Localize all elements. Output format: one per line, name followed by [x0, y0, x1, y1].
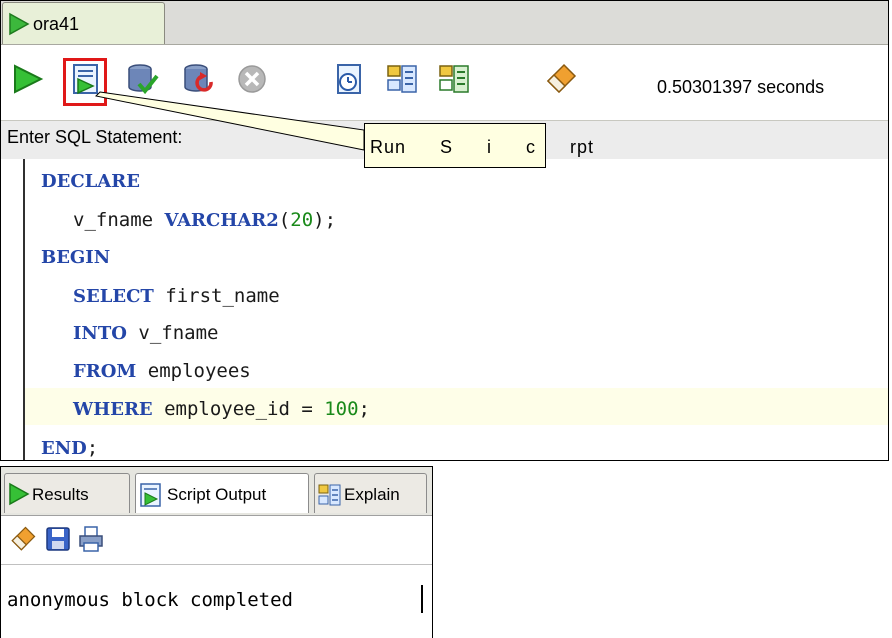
code-line: BEGIN — [41, 247, 111, 268]
code-line: FROM employees — [73, 360, 251, 382]
code-line: SELECT first_name — [73, 285, 280, 307]
cancel-icon[interactable] — [235, 62, 269, 96]
connection-tab[interactable]: ora41 — [2, 2, 165, 44]
text-caret — [421, 585, 423, 613]
tab-results-label: Results — [32, 485, 89, 504]
script-output-text[interactable]: anonymous block completed — [7, 589, 293, 611]
tab-explain[interactable]: Explain — [314, 473, 427, 513]
editor-gutter-border — [23, 159, 25, 460]
code-line: DECLARE — [41, 171, 140, 192]
connection-tab-label: ora41 — [33, 14, 80, 34]
output-panel: Results Script Output Explain anonymous … — [0, 466, 433, 638]
save-icon[interactable] — [44, 525, 72, 558]
eraser-icon[interactable] — [9, 525, 37, 558]
output-toolbar — [1, 516, 432, 565]
rollback-icon[interactable] — [181, 62, 215, 96]
explain-icon — [318, 482, 342, 513]
execution-time: 0.50301397 seconds — [657, 77, 825, 97]
sql-statement-label: Enter SQL Statement: — [7, 127, 183, 147]
code-line: v_fname VARCHAR2(20); — [73, 209, 337, 231]
tab-explain-label: Explain — [344, 485, 400, 504]
autotrace-icon[interactable] — [437, 62, 471, 96]
script-icon — [139, 482, 163, 513]
tab-results[interactable]: Results — [4, 473, 130, 513]
execute-explain-plan-icon[interactable] — [385, 62, 419, 96]
commit-icon[interactable] — [125, 62, 159, 96]
code-line: WHERE employee_id = 100; — [73, 398, 370, 420]
worksheet-toolbar: 0.50301397 seconds — [1, 45, 888, 121]
output-tabbar: Results Script Output Explain — [1, 467, 432, 516]
sql-worksheet: ora41 0.50301397 seconds Enter SQL State… — [0, 0, 889, 461]
code-line: INTO v_fname — [73, 322, 219, 344]
sql-history-icon[interactable] — [332, 62, 366, 96]
connection-tabbar: ora41 — [1, 1, 888, 45]
tooltip-text: Run S i c rpt — [370, 137, 595, 157]
clear-icon[interactable] — [544, 62, 578, 96]
run-script-highlight-box — [63, 58, 107, 106]
tab-script-output[interactable]: Script Output — [135, 473, 309, 513]
print-icon[interactable] — [77, 525, 105, 558]
connection-play-icon — [8, 12, 30, 41]
code-line: END; — [41, 437, 99, 459]
run-statement-icon[interactable] — [11, 62, 45, 96]
tab-script-output-label: Script Output — [167, 485, 267, 504]
run-icon — [8, 482, 30, 511]
